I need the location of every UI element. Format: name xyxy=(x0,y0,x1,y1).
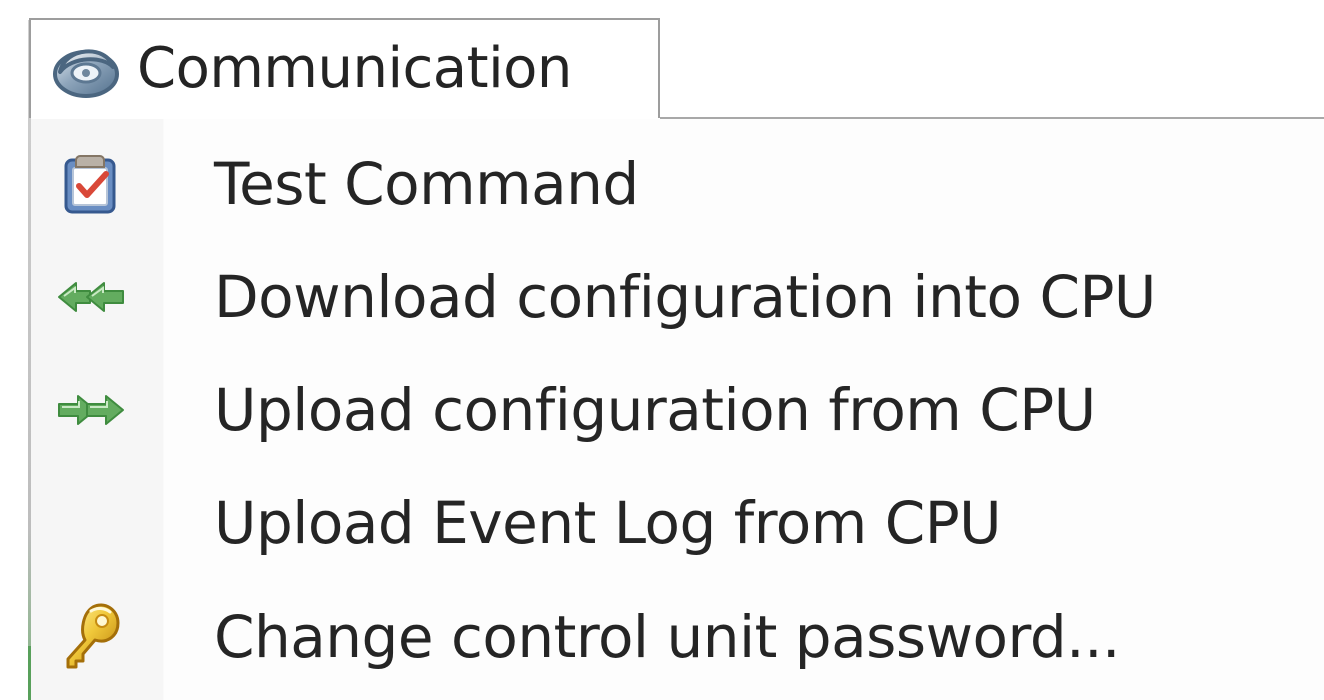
communication-tab-header[interactable]: Communication xyxy=(31,20,658,118)
communication-tab-title: Communication xyxy=(137,36,572,101)
download-configuration-menu-item[interactable]: Download configuration into CPU xyxy=(31,241,1324,353)
green-arrows-left-icon xyxy=(31,247,151,347)
upload-event-log-label: Upload Event Log from CPU xyxy=(214,489,1002,557)
communication-dropdown-panel: Test Command Download configuration into… xyxy=(31,119,1324,700)
communication-menu-list: Test Command Download configuration into… xyxy=(31,119,1324,700)
clipboard-check-icon xyxy=(31,134,151,234)
upload-event-log-menu-item[interactable]: Upload Event Log from CPU xyxy=(31,467,1324,579)
communication-menu-screen: Communication Test Command Download conf… xyxy=(0,0,1324,700)
key-icon xyxy=(31,587,151,687)
download-configuration-label: Download configuration into CPU xyxy=(214,263,1156,331)
change-password-menu-item[interactable]: Change control unit password... xyxy=(31,581,1324,693)
phone-icon xyxy=(45,33,127,105)
tab-bottom-divider xyxy=(660,117,1324,119)
upload-configuration-menu-item[interactable]: Upload configuration from CPU xyxy=(31,354,1324,466)
empty-icon-slot xyxy=(31,473,151,573)
change-password-label: Change control unit password... xyxy=(214,603,1120,671)
communication-menu-tab[interactable]: Communication xyxy=(29,18,660,118)
green-arrows-right-icon xyxy=(31,360,151,460)
test-command-menu-item[interactable]: Test Command xyxy=(31,128,1324,240)
upload-configuration-label: Upload configuration from CPU xyxy=(214,376,1096,444)
test-command-label: Test Command xyxy=(214,150,639,218)
